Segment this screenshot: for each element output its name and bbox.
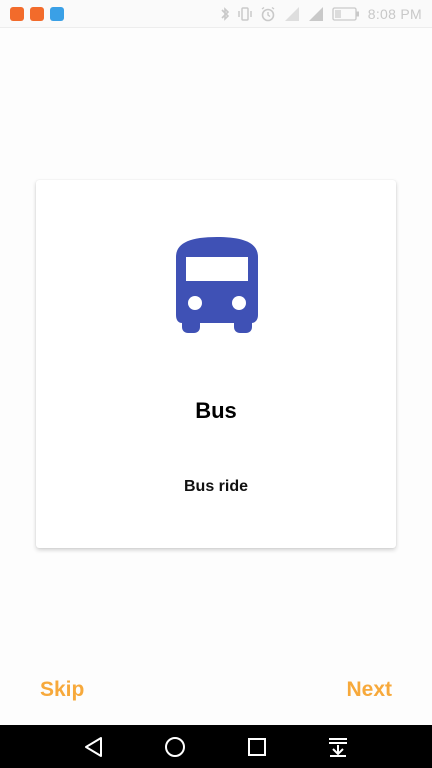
- back-icon[interactable]: [82, 735, 106, 759]
- onboarding-card: Bus Bus ride: [36, 180, 396, 548]
- youtube-notification-icon: [30, 7, 44, 21]
- bluetooth-icon: [220, 6, 230, 22]
- status-bar: 8:08 PM: [0, 0, 432, 28]
- skip-button[interactable]: Skip: [40, 678, 84, 702]
- signal-icon: [284, 6, 300, 22]
- notification-icons: [10, 7, 64, 21]
- onboarding-screen: 8:08 PM Bus Bus ride Skip Next: [0, 0, 432, 768]
- bus-icon: [176, 237, 258, 333]
- battery-icon: [332, 6, 360, 22]
- status-time: 8:08 PM: [367, 6, 422, 22]
- next-button[interactable]: Next: [346, 678, 392, 702]
- card-title: Bus: [195, 398, 237, 423]
- home-icon[interactable]: [163, 735, 187, 759]
- signal-icon-2: [308, 6, 324, 22]
- system-status-icons: 8:08 PM: [220, 6, 422, 22]
- alarm-icon: [260, 6, 276, 22]
- card-subtitle: Bus ride: [183, 478, 248, 495]
- vibrate-icon: [238, 6, 252, 22]
- recents-icon[interactable]: [245, 735, 269, 759]
- notifications-pull-icon[interactable]: [326, 735, 350, 759]
- download-notification-icon: [50, 7, 64, 21]
- navigation-bar: [0, 725, 432, 768]
- app-notification-icon: [10, 7, 24, 21]
